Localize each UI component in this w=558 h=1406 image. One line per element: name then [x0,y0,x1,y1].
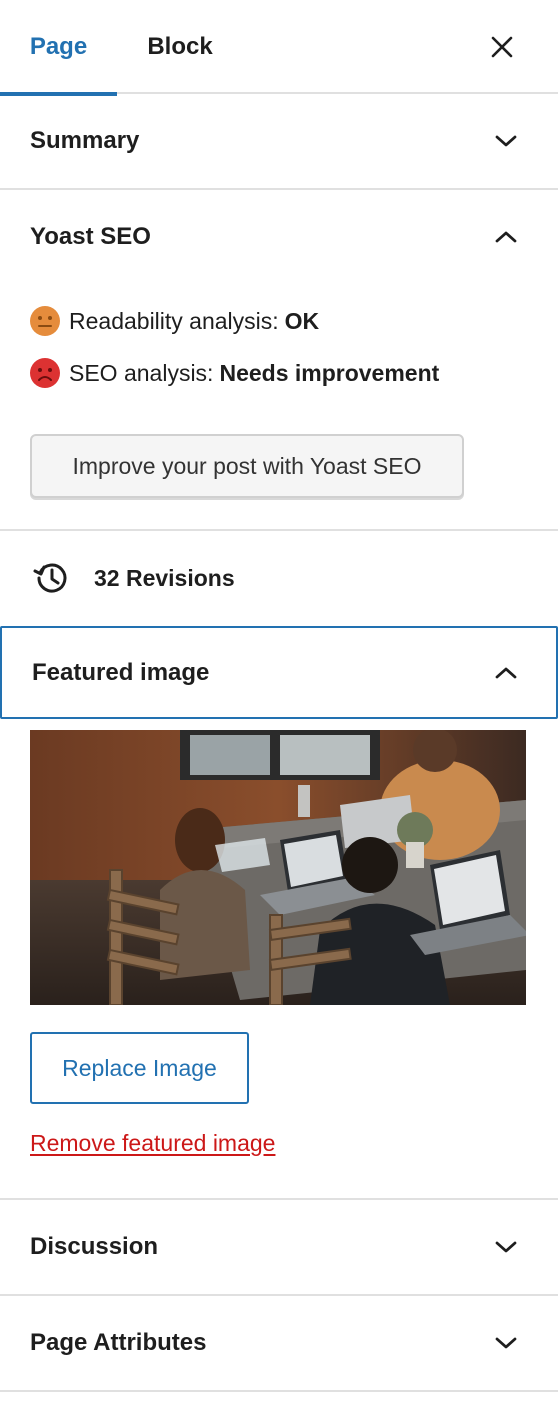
history-icon [33,563,67,593]
remove-featured-image-link[interactable]: Remove featured image [30,1130,275,1157]
chevron-up-icon [495,667,517,679]
seo-status: Needs improvement [219,359,440,386]
tab-page-label: Page [29,33,88,60]
readability-label: Readability analysis: [69,307,279,334]
tab-page[interactable]: Page [0,0,117,96]
featured-image-photo [30,730,526,1005]
seo-label: SEO analysis: [69,359,214,386]
readability-status: OK [284,307,320,334]
chevron-down-icon [495,135,517,147]
close-button[interactable] [482,27,522,67]
panel-discussion-title: Discussion [30,1233,159,1260]
panel-yoast-title: Yoast SEO [30,223,151,250]
panel-featured-image[interactable]: Featured image [0,626,558,719]
neutral-face-icon [30,306,60,336]
sad-face-icon [30,358,60,388]
panel-discussion[interactable]: Discussion [0,1200,558,1294]
panel-attributes-title: Page Attributes [30,1329,207,1356]
panel-summary-title: Summary [30,127,140,154]
chevron-up-icon [495,231,517,243]
divider [0,1390,558,1392]
featured-image-preview[interactable] [30,730,526,1005]
chevron-down-icon [495,1337,517,1349]
tab-block-label: Block [147,33,213,60]
readability-analysis: Readability analysis: OK [30,305,319,337]
panel-summary[interactable]: Summary [0,94,558,188]
tab-block[interactable]: Block [117,0,243,94]
panel-page-attributes[interactable]: Page Attributes [0,1296,558,1390]
revisions-label: 32 Revisions [94,564,235,591]
panel-featured-title: Featured image [32,658,210,686]
chevron-down-icon [495,1241,517,1253]
improve-with-yoast-button[interactable]: Improve your post with Yoast SEO [30,434,464,498]
panel-yoast-seo[interactable]: Yoast SEO [0,190,558,284]
revisions-link[interactable]: 32 Revisions [0,531,558,625]
replace-image-button[interactable]: Replace Image [30,1032,249,1104]
seo-analysis: SEO analysis: Needs improvement [30,357,439,389]
close-icon [491,36,513,58]
sidebar-tabs: Page Block [0,0,558,96]
